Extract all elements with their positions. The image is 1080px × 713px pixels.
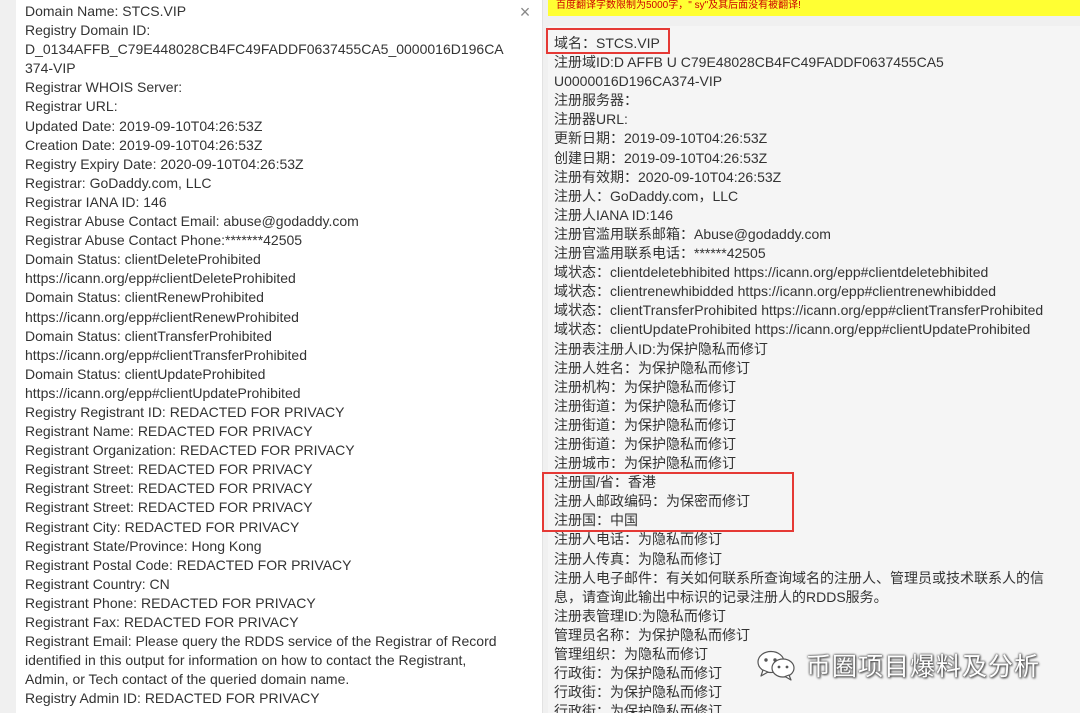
whois-line: D_0134AFFB_C79E448028CB4FC49FADDF0637455… xyxy=(25,41,504,58)
translation-limit-text: 百度翻译字数限制为5000字，" sy"及其后面没有被翻译! xyxy=(556,0,801,11)
translated-line: 注册有效期：2020-09-10T04:26:53Z xyxy=(554,168,782,185)
whois-line: Domain Status: clientTransferProhibited xyxy=(25,327,272,344)
whois-line: Registrant City: REDACTED FOR PRIVACY xyxy=(25,518,300,535)
translated-line: 注册街道：为保护隐私而修订 xyxy=(554,435,736,452)
whois-line: Registry Registrant ID: REDACTED FOR PRI… xyxy=(25,403,345,420)
translated-line: 行政街：为保护隐私而修订 xyxy=(554,703,722,713)
whois-line: Registrar IANA ID: 146 xyxy=(25,193,167,210)
translated-line: 域状态：clientUpdateProhibited https://icann… xyxy=(554,321,1031,338)
whois-original-panel: Domain Name: STCS.VIP Registry Domain ID:… xyxy=(16,0,543,713)
translated-line: 注册表管理ID:为隐私而修订 xyxy=(554,607,726,624)
translated-line: 注册街道：为保护隐私而修订 xyxy=(554,397,736,414)
whois-original-lines: Domain Name: STCS.VIP Registry Domain ID:… xyxy=(25,2,515,708)
whois-line: Registrant State/Province: Hong Kong xyxy=(25,537,262,554)
watermark-text: 币圈项目爆料及分析 xyxy=(806,653,1041,681)
whois-line: Registry Expiry Date: 2020-09-10T04:26:5… xyxy=(25,155,304,172)
whois-line: Registrant Organization: REDACTED FOR PR… xyxy=(25,442,355,459)
whois-line: Registrar WHOIS Server: xyxy=(25,79,183,96)
translated-line: 域状态：clientdeletebhibited https://icann.o… xyxy=(554,264,989,281)
translated-line: 注册人电子邮件：有关如何联系所查询域名的注册人、管理员或技术联系人的信 xyxy=(554,569,1044,586)
whois-line: Registrar URL: xyxy=(25,98,118,115)
whois-line: https://icann.org/epp#clientUpdateProhib… xyxy=(25,384,301,401)
whois-line: identified in this output for informatio… xyxy=(25,652,467,669)
translated-line: 注册人：GoDaddy.com，LLC xyxy=(554,187,739,204)
translated-line: 更新日期：2019-09-10T04:26:53Z xyxy=(554,130,768,147)
translated-line: U0000016D196CA374-VIP xyxy=(554,73,723,90)
translated-line: 注册机构：为保护隐私而修订 xyxy=(554,378,736,395)
translation-limit-banner: 百度翻译字数限制为5000字，" sy"及其后面没有被翻译! xyxy=(548,0,1080,16)
translated-line: 域状态：clientrenewhibidded https://icann.or… xyxy=(554,283,997,300)
whois-line: 374-VIP xyxy=(25,60,76,77)
translated-line: 注册官滥用联系电话：******42505 xyxy=(554,245,766,262)
whois-line: Domain Status: clientRenewProhibited xyxy=(25,289,264,306)
close-button[interactable]: × xyxy=(516,3,534,21)
whois-translated-panel: 域名：STCS.VIP 注册域ID:D AFFB U C79E48028CB4FC… xyxy=(548,26,1080,713)
translated-line: 注册人电话：为隐私而修订 xyxy=(554,531,722,548)
whois-line: Registrant Country: CN xyxy=(25,575,170,592)
whois-line: Creation Date: 2019-09-10T04:26:53Z xyxy=(25,136,263,153)
whois-line: https://icann.org/epp#clientRenewProhibi… xyxy=(25,308,299,325)
translated-line: 域状态：clientTransferProhibited https://ica… xyxy=(554,302,1044,319)
whois-line: Registrant Postal Code: REDACTED FOR PRI… xyxy=(25,556,352,573)
whois-line: Registrant Street: REDACTED FOR PRIVACY xyxy=(25,499,313,516)
translated-line: 注册城市：为保护隐私而修订 xyxy=(554,455,736,472)
whois-line: Registrant Street: REDACTED FOR PRIVACY xyxy=(25,461,313,478)
whois-line: Domain Status: clientUpdateProhibited xyxy=(25,365,266,382)
translated-line: 注册人传真：为隐私而修订 xyxy=(554,550,722,567)
whois-line: Registrant Phone: REDACTED FOR PRIVACY xyxy=(25,594,316,611)
translated-line: 息，请查询此输出中标识的记录注册人的RDDS服务。 xyxy=(554,588,888,605)
whois-line: Registrant Street: REDACTED FOR PRIVACY xyxy=(25,480,313,497)
whois-line: https://icann.org/epp#clientTransferProh… xyxy=(25,346,307,363)
translated-line: 注册器URL: xyxy=(554,111,628,128)
whois-line: Registry Admin ID: REDACTED FOR PRIVACY xyxy=(25,690,320,707)
whois-line: Admin, or Tech contact of the queried do… xyxy=(25,671,350,688)
whois-line: https://icann.org/epp#clientDeleteProhib… xyxy=(25,270,296,287)
highlight-box-domain xyxy=(546,28,670,54)
whois-line: Domain Status: clientDeleteProhibited xyxy=(25,251,261,268)
whois-line: Domain Name: STCS.VIP xyxy=(25,3,187,19)
watermark: 币圈项目爆料及分析 xyxy=(756,645,1040,685)
translated-line: 注册人姓名：为保护隐私而修订 xyxy=(554,359,750,376)
whois-line: Registrant Name: REDACTED FOR PRIVACY xyxy=(25,423,313,440)
translated-line: 注册域ID:D AFFB U C79E48028CB4FC49FADDF0637… xyxy=(554,54,944,71)
whois-translated-lines: 域名：STCS.VIP 注册域ID:D AFFB U C79E48028CB4FC… xyxy=(554,34,1074,713)
whois-line: Registry Domain ID: xyxy=(25,22,151,39)
whois-line: Registrant Email: Please query the RDDS … xyxy=(25,633,497,650)
whois-line: Registrar Abuse Contact Phone:*******425… xyxy=(25,232,303,249)
translated-line: 注册服务器： xyxy=(554,92,638,109)
translated-line: 注册街道：为保护隐私而修订 xyxy=(554,416,736,433)
translated-line: 注册表注册人ID:为保护隐私而修订 xyxy=(554,340,768,357)
highlight-box-region xyxy=(542,472,794,532)
whois-line: Registrar: GoDaddy.com, LLC xyxy=(25,174,212,191)
translated-line: 行政街：为保护隐私而修订 xyxy=(554,684,722,701)
translated-line: 注册人IANA ID:146 xyxy=(554,206,674,223)
close-icon: × xyxy=(519,2,531,22)
whois-line: Registrant Fax: REDACTED FOR PRIVACY xyxy=(25,614,299,630)
wechat-icon xyxy=(757,650,795,681)
whois-line: Updated Date: 2019-09-10T04:26:53Z xyxy=(25,117,263,134)
translated-line: 注册官滥用联系邮箱：Abuse@godaddy.com xyxy=(554,225,831,242)
whois-line: Registrar Abuse Contact Email: abuse@god… xyxy=(25,213,359,230)
translated-line: 创建日期：2019-09-10T04:26:53Z xyxy=(554,149,768,166)
translated-line: 管理员名称：为保护隐私而修订 xyxy=(554,626,750,643)
